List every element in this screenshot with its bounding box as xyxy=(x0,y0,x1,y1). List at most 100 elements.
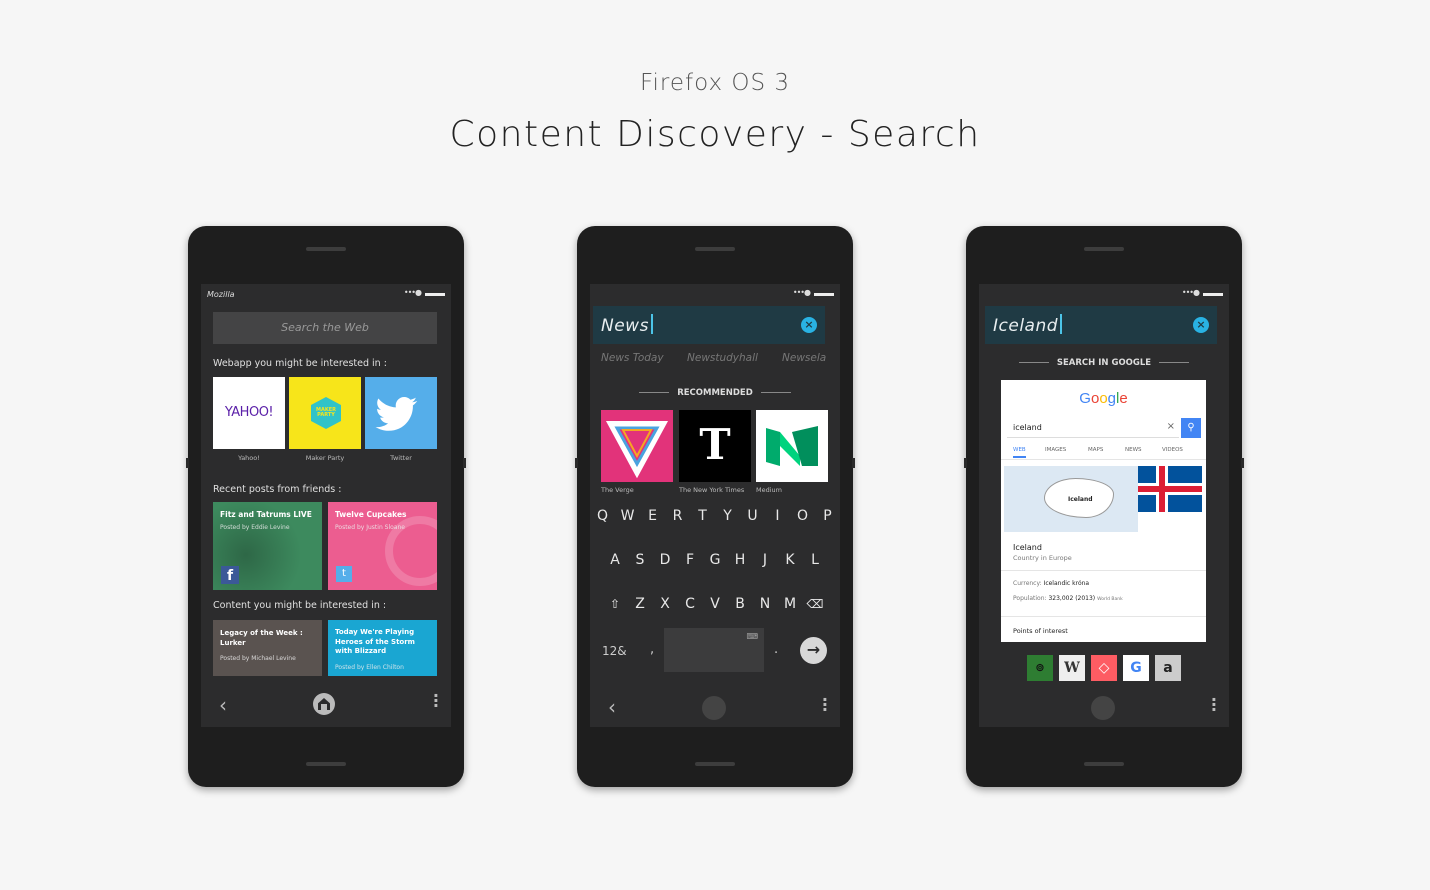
speaker xyxy=(1084,247,1124,251)
backspace-icon[interactable]: ⌫ xyxy=(803,597,828,611)
key[interactable]: H xyxy=(728,552,753,568)
twitter-bird-icon xyxy=(375,397,418,431)
key[interactable]: E xyxy=(640,508,665,524)
key[interactable]: X xyxy=(653,596,678,612)
clear-icon[interactable]: × xyxy=(801,317,817,333)
comma-key[interactable]: , xyxy=(650,642,654,657)
speaker xyxy=(695,247,735,251)
friend-post-card[interactable]: Twelve Cupcakes Posted by Justin Sloane … xyxy=(328,502,437,590)
app-nytimes[interactable]: T xyxy=(679,410,751,482)
post-author: Posted by Justin Sloane xyxy=(335,524,405,531)
map-thumbnail[interactable]: Iceland xyxy=(1004,466,1138,532)
webapp-label: Yahoo! xyxy=(238,454,260,462)
menu-icon[interactable]: · · · xyxy=(822,692,828,718)
key[interactable]: M xyxy=(778,596,803,612)
carrier-name: Mozilla xyxy=(207,290,235,299)
map-label: Iceland xyxy=(1068,496,1093,503)
content-title: Today We're Playing Heroes of the Storm … xyxy=(335,628,415,655)
key[interactable]: G xyxy=(703,552,728,568)
search-bar[interactable]: Iceland × xyxy=(985,306,1217,344)
points-of-interest[interactable]: Points of interest xyxy=(1013,627,1068,635)
clear-icon[interactable]: × xyxy=(1193,317,1209,333)
suggestion[interactable]: Newstudyhall xyxy=(687,352,758,364)
wikipedia-icon[interactable]: W xyxy=(1059,655,1085,681)
key[interactable]: S xyxy=(628,552,653,568)
content-card[interactable]: Legacy of the Week : Lurker Posted by Mi… xyxy=(213,620,322,676)
app-the-verge[interactable] xyxy=(601,410,673,482)
battery-icon xyxy=(1203,293,1223,296)
menu-icon[interactable]: · · · xyxy=(433,688,439,714)
symbols-key[interactable]: 12& xyxy=(602,644,627,658)
content-card[interactable]: Today We're Playing Heroes of the Storm … xyxy=(328,620,437,676)
key[interactable]: Q xyxy=(590,508,615,524)
app-label: The New York Times xyxy=(679,486,745,494)
shift-icon[interactable]: ⇧ xyxy=(603,597,628,611)
key[interactable]: R xyxy=(665,508,690,524)
tab-images[interactable]: IMAGES xyxy=(1045,447,1066,453)
key[interactable]: I xyxy=(765,508,790,524)
nav-bar: · · · xyxy=(979,689,1229,727)
enter-arrow-icon[interactable]: → xyxy=(800,637,827,664)
clear-query-icon[interactable]: × xyxy=(1167,421,1175,432)
amazon-icon[interactable]: a xyxy=(1155,655,1181,681)
menu-icon[interactable]: · · · xyxy=(1211,692,1217,718)
google-search-button[interactable]: ⚲ xyxy=(1181,418,1201,438)
google-icon[interactable]: G xyxy=(1123,655,1149,681)
nav-bar: ‹ · · · xyxy=(201,681,451,727)
suggestion[interactable]: News Today xyxy=(601,352,664,364)
home-icon[interactable] xyxy=(313,693,335,715)
key[interactable]: K xyxy=(778,552,803,568)
keyboard-switch-icon: ⌨ xyxy=(746,632,758,641)
key[interactable]: Y xyxy=(715,508,740,524)
key[interactable]: P xyxy=(815,508,840,524)
webapp-yahoo[interactable]: YAHOO! xyxy=(213,377,285,449)
key[interactable]: U xyxy=(740,508,765,524)
app-label: The Verge xyxy=(601,486,634,494)
app-medium[interactable] xyxy=(756,410,828,482)
google-result-panel[interactable]: Google iceland × ⚲ WEB IMAGES MAPS NEWS … xyxy=(1001,380,1206,642)
key[interactable]: O xyxy=(790,508,815,524)
post-author: Posted by Eddie Levine xyxy=(220,524,290,531)
key[interactable]: C xyxy=(678,596,703,612)
search-bar[interactable]: News × xyxy=(593,306,825,344)
battery-icon xyxy=(425,293,445,296)
home-button[interactable] xyxy=(702,696,726,720)
key[interactable]: Z xyxy=(628,596,653,612)
status-bar: Mozilla •••● xyxy=(201,284,451,304)
post-title: Fitz and Tatrums LIVE xyxy=(220,510,312,519)
search-input[interactable]: Search the Web xyxy=(213,312,437,344)
key[interactable]: F xyxy=(678,552,703,568)
key[interactable]: W xyxy=(615,508,640,524)
key[interactable]: N xyxy=(753,596,778,612)
keyboard-row: ASDFGHJKL xyxy=(590,552,840,568)
tripadvisor-icon[interactable]: ⊚ xyxy=(1027,655,1053,681)
tab-news[interactable]: NEWS xyxy=(1125,447,1142,453)
key[interactable]: A xyxy=(603,552,628,568)
google-search-field[interactable]: iceland × xyxy=(1007,418,1179,438)
home-button[interactable] xyxy=(1091,696,1115,720)
period-key[interactable]: . xyxy=(774,642,778,657)
entity-title[interactable]: Iceland xyxy=(1013,543,1042,552)
google-tabs: WEB IMAGES MAPS NEWS VIDEOS xyxy=(1001,444,1206,460)
key[interactable]: T xyxy=(690,508,715,524)
key[interactable]: D xyxy=(653,552,678,568)
tab-videos[interactable]: VIDEOS xyxy=(1162,447,1183,453)
airbnb-icon[interactable]: ◇ xyxy=(1091,655,1117,681)
key[interactable]: B xyxy=(728,596,753,612)
space-key[interactable]: ⌨ xyxy=(664,628,764,672)
tab-maps[interactable]: MAPS xyxy=(1088,447,1103,453)
app-label: Medium xyxy=(756,486,782,494)
friend-post-card[interactable]: Fitz and Tatrums LIVE Posted by Eddie Le… xyxy=(213,502,322,590)
tab-web[interactable]: WEB xyxy=(1013,447,1026,458)
back-icon[interactable]: ‹ xyxy=(608,695,616,719)
webapp-twitter[interactable] xyxy=(365,377,437,449)
keyboard-row: ⇧ Z X C V B N M ⌫ xyxy=(590,596,840,612)
content-title: Legacy of the Week : Lurker xyxy=(220,629,303,647)
back-icon[interactable]: ‹ xyxy=(219,693,227,717)
key[interactable]: V xyxy=(703,596,728,612)
key[interactable]: J xyxy=(753,552,778,568)
maker-party-logo: MAKER PARTY xyxy=(311,397,341,429)
key[interactable]: L xyxy=(803,552,828,568)
webapp-maker-party[interactable]: MAKER PARTY xyxy=(289,377,361,449)
suggestion[interactable]: Newsela xyxy=(782,352,826,364)
